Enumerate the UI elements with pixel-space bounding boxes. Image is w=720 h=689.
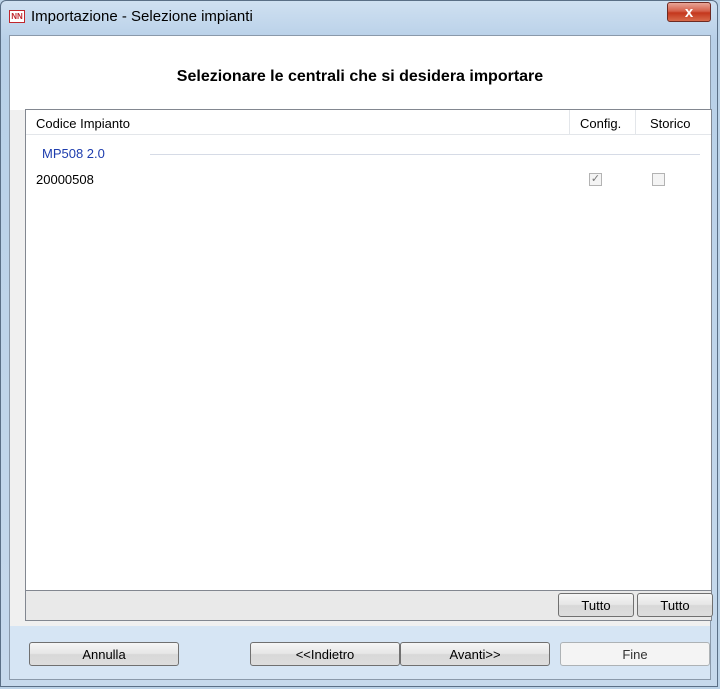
page-heading: Selezionare le centrali che si desidera … bbox=[176, 68, 544, 85]
next-button[interactable]: Avanti>> bbox=[400, 642, 550, 666]
select-all-config-button[interactable]: Tutto bbox=[558, 593, 634, 617]
dialog-client-area: Selezionare le centrali che si desidera … bbox=[9, 35, 713, 680]
close-button[interactable]: x bbox=[667, 2, 711, 22]
column-divider[interactable] bbox=[569, 110, 570, 134]
group-separator bbox=[150, 154, 700, 155]
header-panel: Selezionare le centrali che si desidera … bbox=[10, 36, 710, 110]
import-dialog-window: NN Importazione - Selezione impianti x S… bbox=[0, 0, 718, 687]
config-checkbox[interactable]: ✓ bbox=[589, 173, 602, 186]
select-all-storico-button[interactable]: Tutto bbox=[637, 593, 713, 617]
window-title: Importazione - Selezione impianti bbox=[31, 8, 253, 25]
finish-button[interactable]: Fine bbox=[560, 642, 710, 666]
back-button[interactable]: <<Indietro bbox=[250, 642, 400, 666]
checkmark-icon: ✓ bbox=[590, 173, 601, 185]
plant-list[interactable]: Codice Impianto Config. Storico MP508 2.… bbox=[25, 109, 712, 591]
column-header-config[interactable]: Config. bbox=[580, 116, 621, 131]
title-bar[interactable]: NN Importazione - Selezione impianti x bbox=[1, 1, 717, 35]
column-divider[interactable] bbox=[635, 110, 636, 134]
app-logo-icon: NN bbox=[9, 10, 25, 23]
select-all-bar: Tutto Tutto bbox=[25, 591, 713, 621]
list-column-header: Codice Impianto Config. Storico bbox=[26, 110, 711, 135]
storico-checkbox[interactable] bbox=[652, 173, 665, 186]
plant-code: 20000508 bbox=[36, 172, 94, 187]
footer-bar: Annulla <<Indietro Avanti>> Fine bbox=[10, 626, 710, 679]
close-icon: x bbox=[684, 4, 694, 21]
cancel-button[interactable]: Annulla bbox=[29, 642, 179, 666]
column-header-codice[interactable]: Codice Impianto bbox=[36, 116, 130, 131]
list-group-header: MP508 2.0 bbox=[42, 146, 105, 161]
column-header-storico[interactable]: Storico bbox=[650, 116, 690, 131]
